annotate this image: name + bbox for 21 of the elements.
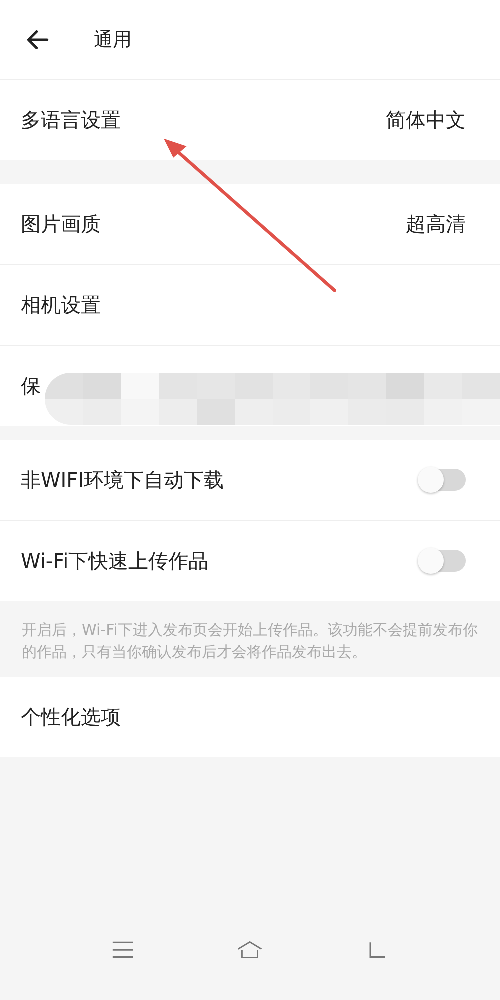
row-value: 超高清 xyxy=(406,210,466,238)
settings-row[interactable]: 多语言设置 简体中文 xyxy=(0,80,500,160)
row-label: 图片画质 xyxy=(21,210,101,238)
settings-row[interactable]: 保 xyxy=(0,346,500,426)
row-label: 保 xyxy=(21,372,41,400)
settings-row[interactable]: Wi-Fi下快速上传作品 xyxy=(0,521,500,601)
hint-text: 开启后，Wi-Fi下进入发布页会开始上传作品。该功能不会提前发布你的作品，只有当你确认发布后才会将作品发布出去。 xyxy=(22,620,478,663)
toggle-switch[interactable] xyxy=(420,469,466,491)
row-label: 个性化选项 xyxy=(21,704,121,730)
page-title: 通用 xyxy=(94,28,132,52)
row-value: 简体中文 xyxy=(386,106,466,134)
home-icon[interactable] xyxy=(236,939,264,961)
settings-row[interactable]: 图片画质 超高清 xyxy=(0,184,500,265)
settings-row[interactable]: 非WIFI环境下自动下载 xyxy=(0,440,500,521)
settings-row[interactable]: 相机设置 xyxy=(0,265,500,346)
toggle-switch[interactable] xyxy=(420,550,466,572)
row-label: Wi-Fi下快速上传作品 xyxy=(21,548,209,574)
settings-row[interactable]: 个性化选项 xyxy=(0,677,500,757)
row-label: 相机设置 xyxy=(21,292,101,318)
row-label: 多语言设置 xyxy=(21,106,121,134)
row-label: 非WIFI环境下自动下载 xyxy=(21,466,224,494)
